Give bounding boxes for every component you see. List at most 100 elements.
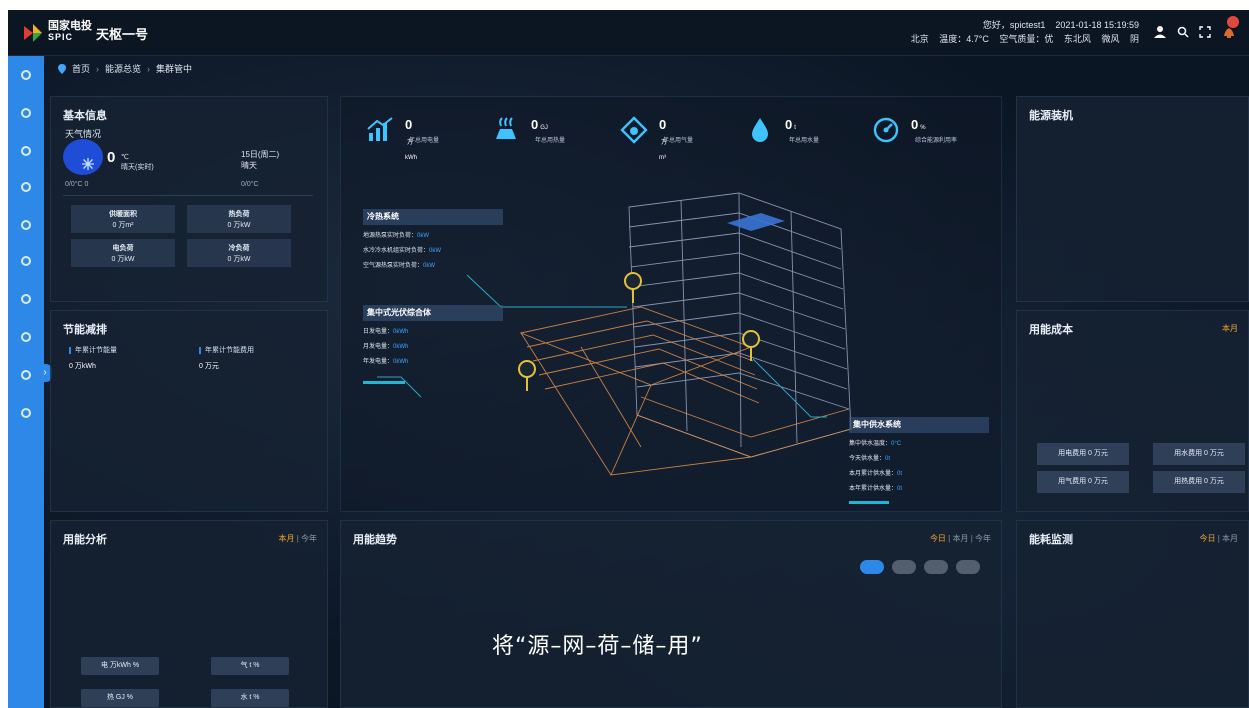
stat-card-value: 0 万kW [227, 256, 251, 263]
panel-title: 能源装机 [1029, 110, 1073, 122]
sidebar-item-9[interactable] [21, 370, 31, 380]
location-pin-icon [58, 63, 66, 74]
callout-line-label: 地源热泵实时负荷： [363, 233, 418, 239]
stat-card-value: 0 万kW [227, 222, 251, 229]
callout-line-value: 0°C [891, 441, 902, 447]
cost-gas-pill: 用气费用 0 万元 [1037, 471, 1129, 493]
brand-logo-text: 国家电投 SPIC [48, 21, 92, 43]
location: 北京 [910, 34, 929, 44]
period-tabs: 本月 [1222, 323, 1238, 334]
user-icon[interactable] [1153, 25, 1167, 39]
stat-card-value: 0 万m² [112, 222, 134, 229]
search-icon[interactable] [1177, 26, 1189, 38]
sidebar-item-4[interactable] [21, 182, 31, 192]
tab-month[interactable]: 本月 [1222, 534, 1238, 543]
trend-gas-button[interactable] [924, 560, 948, 574]
sidebar-item-8[interactable] [21, 332, 31, 342]
callout-title: 集中供水系统 [849, 417, 989, 433]
panel-title: 能耗监测 [1029, 534, 1073, 546]
sidebar-item-1[interactable] [21, 70, 31, 80]
breadcrumb-home[interactable]: 首页 [72, 62, 90, 75]
temperature: 温度：4.7°C [939, 34, 989, 44]
usage-gas-pill: 气 t % [211, 657, 289, 675]
callout-underline [849, 501, 889, 504]
top-icons [1153, 24, 1237, 40]
callout-line-label: 月发电量： [363, 344, 394, 350]
breadcrumb-overview[interactable]: 能源总览 [105, 62, 141, 75]
sidebar-item-7[interactable] [21, 294, 31, 304]
energy-saving-panel: 节能减排 年累计节能量 0 万kWh 年累计节能费用 0 万元 [50, 310, 328, 512]
cooling-system-callout[interactable]: 冷热系统 地源热泵实时负荷：0kW 水冷冷水机组实时负荷：0kW 空气源热泵实时… [363, 209, 503, 274]
breadcrumb-current: 集群管中 [156, 64, 193, 74]
annual-energy-saved: 年累计节能量 0 万kWh [69, 345, 117, 371]
stat-card-label: 冷负荷 [228, 245, 250, 252]
callout-line-label: 本年累计供水量： [849, 486, 898, 492]
temp-unit: ℃ [121, 154, 129, 161]
sidebar-item-10[interactable] [21, 408, 31, 418]
callout-title: 冷热系统 [363, 209, 503, 225]
callout-line-label: 空气源热泵实时负荷： [363, 263, 424, 269]
fullscreen-icon[interactable] [1199, 26, 1211, 38]
top-bar: 国家电投 SPIC 天枢一号 您好，spictest1 2021-01-18 1… [8, 10, 1249, 56]
divider [63, 195, 313, 196]
usage-trend-panel: 用能趋势 今日 | 本月 | 今年 [340, 520, 1002, 708]
brand-line1: 国家电投 [48, 20, 92, 32]
stat-card-label: 电负荷 [112, 245, 134, 252]
weather: 阴 [1129, 34, 1139, 44]
callout-line-label: 日发电量： [363, 329, 394, 335]
breadcrumb: 首页 › 能源总览 › 集群管中 [58, 62, 192, 75]
period-tabs: 今日 | 本月 | 今年 [929, 534, 991, 543]
item-value: 0 万kWh [69, 363, 96, 370]
basic-info-panel: 基本信息 天气情况 0 ℃ 晴天(实时) 15日(周二) 晴天 0/0°C 0 … [50, 96, 328, 302]
tab-month[interactable]: 本月 [278, 534, 294, 543]
callout-line-value: 0t [885, 456, 891, 462]
panel-title: 基本信息 [63, 110, 107, 122]
datetime: 2021-01-18 15:19:59 [1055, 20, 1139, 30]
notification-badge [1227, 16, 1239, 28]
callout-line-label: 年发电量： [363, 359, 394, 365]
weather-temperature: 0 [107, 149, 116, 166]
panel-title: 用能趋势 [353, 534, 397, 546]
water-supply-callout[interactable]: 集中供水系统 集中供水温度：0°C 今天供水量：0t 本月累计供水量：0t 本年… [849, 417, 989, 497]
wind-direction: 东北风 [1063, 34, 1091, 44]
stat-card-label: 热负荷 [228, 211, 250, 218]
wind-level: 微风 [1101, 34, 1120, 44]
callout-line-value: 0kW [423, 263, 436, 269]
callout-line-value: 0kW [429, 248, 442, 254]
forecast-date: 15日(周二) [241, 150, 280, 159]
callout-line-label: 本月累计供水量： [849, 471, 898, 477]
trend-heat-button[interactable] [892, 560, 916, 574]
sidebar-item-6[interactable] [21, 256, 31, 266]
callout-line-value: 0t [897, 486, 903, 492]
pv-complex-callout[interactable]: 集中式光伏综合体 日发电量：0kWh 月发电量：0kWh 年发电量：0kWh [363, 305, 503, 370]
trend-electricity-button[interactable] [860, 560, 884, 574]
installed-capacity-panel: 能源装机 [1016, 96, 1249, 302]
tab-year[interactable]: 今年 [975, 534, 991, 543]
stat-card-electric-load: 电负荷 0 万kW [71, 239, 175, 267]
temp-range-today: 0/0°C 0 [65, 181, 89, 188]
tab-month[interactable]: 本月 [1222, 324, 1238, 333]
callout-title: 集中式光伏综合体 [363, 305, 503, 321]
air-quality: 空气质量：优 [999, 34, 1054, 44]
forecast-day: 15日(周二) 晴天 [241, 149, 279, 171]
dashboard-screen: 国家电投 SPIC 天枢一号 您好，spictest1 2021-01-18 1… [8, 10, 1249, 708]
tab-today[interactable]: 今日 [930, 534, 946, 543]
callout-line-value: 0kW [417, 233, 430, 239]
sidebar-item-5[interactable] [21, 220, 31, 230]
video-subtitle: 将“源–网–荷–储–用” [492, 634, 703, 659]
tab-month[interactable]: 本月 [952, 534, 968, 543]
stat-card-label: 供暖面积 [109, 211, 137, 218]
stat-card-heating-area: 供暖面积 0 万m² [71, 205, 175, 233]
tab-year[interactable]: 今年 [301, 534, 317, 543]
accent-bar [199, 346, 201, 354]
stat-card-heat-load: 热负荷 0 万kW [187, 205, 291, 233]
sidebar-item-2[interactable] [21, 108, 31, 118]
item-label: 年累计节能费用 [205, 347, 254, 354]
panel-title: 节能减排 [63, 324, 107, 336]
tab-today[interactable]: 今日 [1199, 534, 1215, 543]
callout-line-value: 0kWh [393, 344, 409, 350]
sidebar-item-3[interactable] [21, 146, 31, 156]
annual-cost-saved: 年累计节能费用 0 万元 [199, 345, 254, 371]
trend-water-button[interactable] [956, 560, 980, 574]
center-overview-panel: 0万kWh 年总用电量 0 GJ 年总用热量 0万m³ 年总用气量 0t 年总用水… [340, 96, 1002, 512]
